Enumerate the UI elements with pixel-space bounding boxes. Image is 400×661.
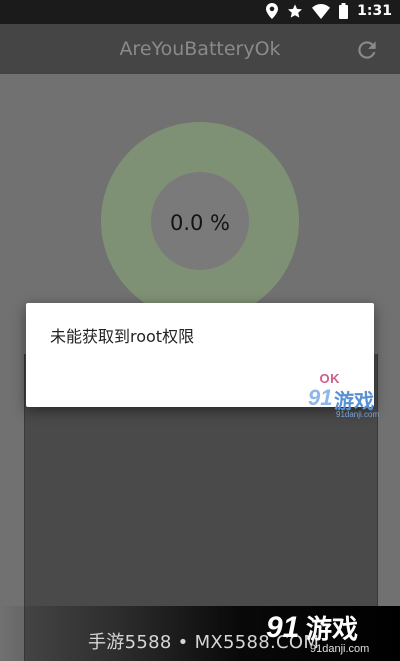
refresh-button[interactable] [354,37,380,63]
watermark-big-logo: 91 [266,611,300,644]
battery-icon [339,3,349,19]
status-icons: 1:31 [266,3,392,19]
status-clock: 1:31 [357,3,392,19]
ok-button[interactable]: OK [320,371,341,386]
watermark-big-url: 91danji.com [310,643,370,655]
watermark-small: 91 游戏 91danji.com [308,385,400,423]
watermark-big-text: 游戏 [306,614,359,644]
app-toolbar: AreYouBatteryOk [0,24,400,74]
refresh-icon [358,41,376,59]
dialog-message: 未能获取到root权限 [50,327,195,346]
status-bar: 1:31 [0,0,400,24]
watermark-big: 91 游戏 91danji.com [266,612,384,658]
wifi-icon [312,3,331,19]
battery-percent: 0.0 % [169,211,231,235]
watermark-small-logo: 91 [308,385,333,410]
location-icon [266,3,279,19]
app-title: AreYouBatteryOk [119,38,281,60]
watermark-small-url: 91danji.com [336,410,380,419]
star-icon [287,3,303,19]
